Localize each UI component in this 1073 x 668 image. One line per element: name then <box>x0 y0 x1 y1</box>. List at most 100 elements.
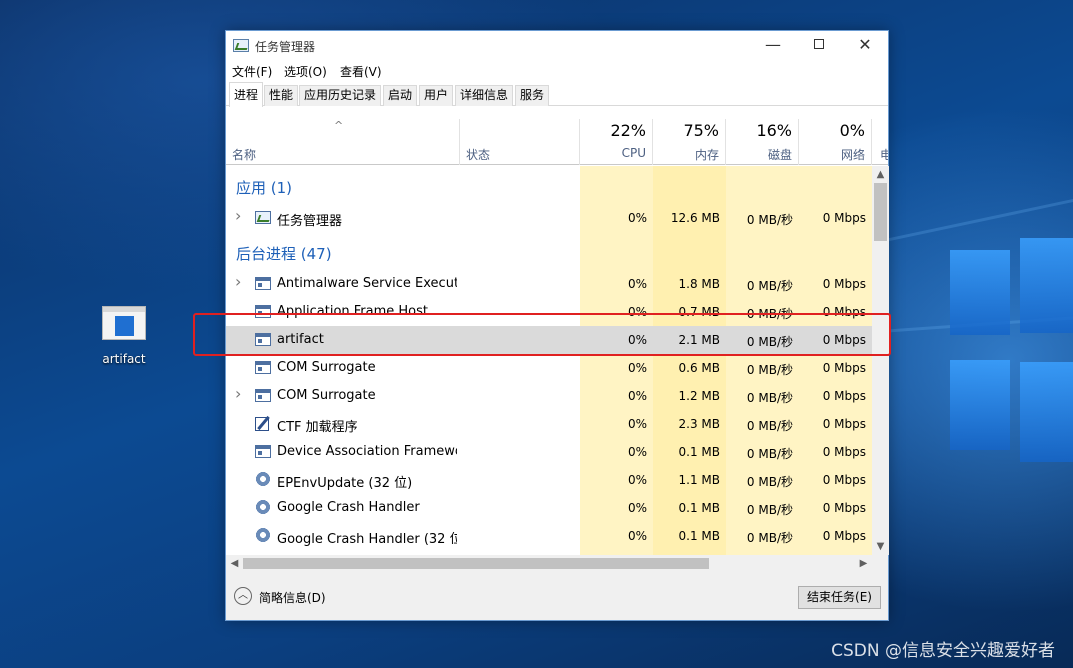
menu-bar: 文件(F) 选项(O) 查看(V) <box>226 60 888 82</box>
app-window-icon <box>102 306 146 340</box>
disk-value: 0 MB/秒 <box>746 391 793 405</box>
window-icon <box>255 277 271 290</box>
network-value: 0 Mbps <box>822 417 866 431</box>
process-name: COM Surrogate <box>277 388 376 403</box>
table-row[interactable]: › Antimalware Service Executa... 0% 1.8 MB 0… <box>226 270 872 298</box>
tab-performance[interactable]: 性能 <box>264 85 299 106</box>
fewer-details-link[interactable]: 简略信息(D) <box>259 589 326 606</box>
cpu-value: 0% <box>627 389 647 403</box>
close-button[interactable]: ✕ <box>842 31 888 60</box>
end-task-button[interactable]: 结束任务(E) <box>798 586 881 609</box>
network-value: 0 Mbps <box>822 389 866 403</box>
column-power[interactable]: 电 <box>872 119 888 165</box>
tab-startup[interactable]: 启动 <box>383 85 418 106</box>
tab-app-history[interactable]: 应用历史记录 <box>299 85 382 106</box>
menu-options[interactable]: 选项(O) <box>284 63 327 80</box>
wallpaper-beam <box>880 185 1073 243</box>
task-manager-icon <box>233 39 249 52</box>
disk-value: 0 MB/秒 <box>746 279 793 293</box>
process-name: Google Crash Handler <box>277 500 420 515</box>
wallpaper-window-pane <box>1020 238 1073 333</box>
cpu-value: 0% <box>627 277 647 291</box>
minimize-button[interactable]: — <box>750 31 796 60</box>
column-status[interactable]: 状态 <box>460 119 580 165</box>
title-bar[interactable]: 任务管理器 — ✕ <box>226 31 888 60</box>
disk-value: 0 MB/秒 <box>746 213 793 227</box>
window-title: 任务管理器 <box>255 40 316 54</box>
tab-processes[interactable]: 进程 <box>229 82 264 107</box>
process-name: CTF 加载程序 <box>277 420 358 435</box>
maximize-button[interactable] <box>796 31 842 60</box>
memory-total-percent: 75% <box>683 121 719 140</box>
chevron-right-icon[interactable]: › <box>235 206 241 225</box>
memory-value: 0.1 MB <box>678 529 720 543</box>
memory-value: 0.1 MB <box>678 445 720 459</box>
column-name-label: 名称 <box>232 148 257 162</box>
tab-services[interactable]: 服务 <box>515 85 550 106</box>
memory-value: 1.2 MB <box>678 389 720 403</box>
pen-icon <box>255 415 271 431</box>
column-disk[interactable]: 16% 磁盘 <box>726 119 799 165</box>
task-manager-icon <box>255 211 271 224</box>
vertical-scroll-thumb[interactable] <box>874 183 887 241</box>
menu-file[interactable]: 文件(F) <box>232 63 272 80</box>
menu-view[interactable]: 查看(V) <box>340 63 382 80</box>
network-value: 0 Mbps <box>822 361 866 375</box>
horizontal-scrollbar[interactable]: ◀ ▶ <box>226 555 888 572</box>
disk-total-percent: 16% <box>756 121 792 140</box>
tab-details[interactable]: 详细信息 <box>455 85 514 106</box>
scroll-down-icon[interactable]: ▼ <box>872 538 889 555</box>
chevron-up-icon[interactable]: ︿ <box>234 587 252 605</box>
network-total-percent: 0% <box>839 121 865 140</box>
table-row[interactable]: Device Association Framewo... 0% 0.1 MB 0 M… <box>226 438 872 466</box>
network-value: 0 Mbps <box>822 473 866 487</box>
cpu-value: 0% <box>627 529 647 543</box>
table-row[interactable]: Google Crash Handler 0% 0.1 MB 0 MB/秒 0 Mbps <box>226 494 872 522</box>
tab-users[interactable]: 用户 <box>419 85 454 106</box>
disk-value: 0 MB/秒 <box>746 447 793 461</box>
column-memory-label: 内存 <box>694 148 719 162</box>
window-icon <box>255 445 271 458</box>
cpu-value: 0% <box>627 361 647 375</box>
group-title: 后台进程 (47) <box>236 245 332 263</box>
process-name: Google Crash Handler (32 位) <box>277 532 457 547</box>
disk-value: 0 MB/秒 <box>746 363 793 377</box>
disk-value: 0 MB/秒 <box>746 531 793 545</box>
column-memory[interactable]: 75% 内存 <box>653 119 726 165</box>
network-value: 0 Mbps <box>822 501 866 515</box>
memory-value: 12.6 MB <box>670 211 720 225</box>
column-status-label: 状态 <box>466 148 491 162</box>
column-network[interactable]: 0% 网络 <box>799 119 872 165</box>
window-icon <box>255 361 271 374</box>
watermark: CSDN @信息安全兴趣爱好者 <box>831 641 1055 661</box>
scroll-right-icon[interactable]: ▶ <box>855 555 872 572</box>
table-row[interactable]: › COM Surrogate 0% 1.2 MB 0 MB/秒 0 Mbps <box>226 382 872 410</box>
desktop-icon-artifact[interactable]: artifact <box>96 302 152 366</box>
horizontal-scroll-thumb[interactable] <box>243 558 709 569</box>
column-disk-label: 磁盘 <box>767 148 792 162</box>
table-row[interactable]: CTF 加载程序 0% 2.3 MB 0 MB/秒 0 Mbps <box>226 410 872 438</box>
column-name[interactable]: ^ 名称 <box>226 119 460 165</box>
table-row[interactable]: COM Surrogate 0% 0.6 MB 0 MB/秒 0 Mbps <box>226 354 872 382</box>
scroll-up-icon[interactable]: ▲ <box>872 166 889 183</box>
column-cpu-label: CPU <box>621 146 646 160</box>
network-value: 0 Mbps <box>822 445 866 459</box>
column-cpu[interactable]: 22% CPU <box>580 119 653 165</box>
wallpaper-window-pane <box>950 250 1010 335</box>
scroll-left-icon[interactable]: ◀ <box>226 555 243 572</box>
column-header: ^ 名称 状态 22% CPU 75% 内存 16% 磁盘 0% 网络 电 <box>226 119 888 165</box>
tab-bar: 进程 性能 应用历史记录 启动 用户 详细信息 服务 <box>226 82 888 107</box>
table-row[interactable]: Google Crash Handler (32 位) 0% 0.1 MB 0 MB/… <box>226 522 872 550</box>
vertical-scrollbar[interactable]: ▲ ▼ <box>872 166 889 555</box>
gear-icon <box>255 499 271 515</box>
group-title: 应用 (1) <box>236 179 293 197</box>
cpu-value: 0% <box>627 445 647 459</box>
process-name: 任务管理器 <box>277 214 343 229</box>
process-list: 应用 (1) › 任务管理器 0% 12.6 MB 0 MB/秒 0 Mbps 后台进程 (4… <box>226 166 872 555</box>
chevron-right-icon[interactable]: › <box>235 272 241 291</box>
cpu-value: 0% <box>627 473 647 487</box>
table-row[interactable]: EPEnvUpdate (32 位) 0% 1.1 MB 0 MB/秒 0 Mbps <box>226 466 872 494</box>
table-row[interactable]: › 任务管理器 0% 12.6 MB 0 MB/秒 0 Mbps <box>226 204 872 232</box>
chevron-right-icon[interactable]: › <box>235 384 241 403</box>
group-header: 应用 (1) <box>226 166 872 204</box>
